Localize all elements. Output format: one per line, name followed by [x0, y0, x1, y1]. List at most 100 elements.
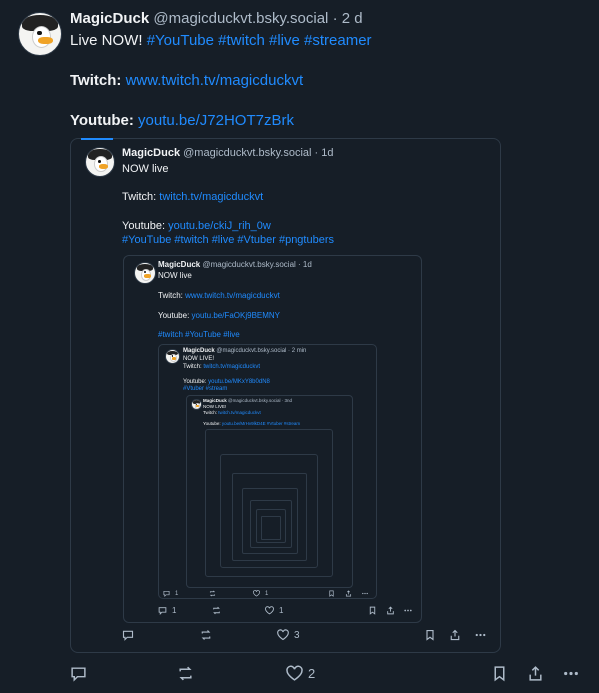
youtube-link[interactable]: youtu.be/FaOKj9BEMNY	[192, 311, 280, 320]
bookmark-button[interactable]	[424, 629, 436, 641]
like-button[interactable]: 2	[286, 665, 315, 682]
like-count: 1	[279, 606, 284, 615]
youtube-link[interactable]: youtu.be/MrHv9lkD4E #Vtuber #stream	[222, 421, 300, 426]
nested-quote-card[interactable]	[232, 473, 307, 561]
avatar[interactable]	[191, 399, 202, 410]
like-count: 1	[265, 590, 269, 597]
more-button[interactable]	[403, 606, 413, 615]
repost-button[interactable]	[200, 629, 212, 641]
reply-icon	[122, 630, 134, 641]
post-text-line1: Live NOW! #YouTube #twitch #live #stream…	[70, 32, 372, 49]
share-button[interactable]	[449, 629, 461, 641]
more-button[interactable]	[361, 590, 369, 597]
heart-icon	[253, 590, 260, 597]
twitch-label: Twitch:	[70, 72, 122, 89]
twitch-label: Twitch:	[203, 410, 218, 415]
author-name[interactable]: MagicDuck	[203, 398, 227, 403]
quote-hashtags[interactable]: #twitch #YouTube #live	[158, 330, 240, 339]
share-button[interactable]	[527, 665, 544, 682]
bookmark-button[interactable]	[491, 665, 508, 682]
youtube-link[interactable]: youtu.be/ckiJ_rih_0w	[168, 220, 271, 232]
author-handle[interactable]: @magicduckvt.bsky.social	[153, 10, 328, 27]
post-hashtags[interactable]: #YouTube #twitch #live #streamer	[147, 32, 372, 49]
youtube-line: Youtube: youtu.be/MKxY8b0dN8	[183, 379, 270, 385]
like-button[interactable]: 3	[277, 629, 300, 641]
author-handle[interactable]: @magicduckvt.bsky.social · 1d	[202, 260, 311, 269]
heart-icon	[265, 606, 274, 615]
repost-button[interactable]	[177, 665, 194, 682]
quote-text: NOW live	[158, 271, 192, 280]
youtube-line: Youtube: youtu.be/MrHv9lkD4E #Vtuber #st…	[203, 421, 300, 426]
bookmark-button[interactable]	[328, 590, 335, 597]
more-icon	[475, 633, 486, 637]
avatar[interactable]	[18, 12, 62, 56]
like-button[interactable]: 1	[253, 590, 268, 597]
nested-quote-card[interactable]	[242, 488, 298, 554]
avatar[interactable]	[134, 262, 156, 284]
repost-icon	[213, 606, 220, 615]
twitch-link[interactable]: twitch.tv/magicduckvt	[218, 410, 261, 415]
nested-quote-card[interactable]	[256, 509, 286, 543]
post-header: MagicDuck @magicduckvt.bsky.social · 2 d	[70, 10, 363, 27]
share-button[interactable]	[345, 590, 352, 597]
author-name[interactable]: MagicDuck	[122, 147, 180, 159]
quote-card[interactable]: MagicDuck @magicduckvt.bsky.social · 1d …	[123, 255, 422, 623]
quote-card[interactable]: MagicDuck @magicduckvt.bsky.social · 1d …	[70, 138, 501, 653]
nested-quote-card[interactable]	[205, 429, 333, 577]
post-time[interactable]: · 2 d	[333, 10, 363, 27]
share-button[interactable]	[386, 606, 395, 615]
quote-card[interactable]: MagicDuck @magicduckvt.bsky.social · 2 m…	[158, 344, 377, 599]
nested-quote-card[interactable]	[250, 500, 292, 548]
more-icon	[564, 671, 578, 676]
more-icon	[362, 592, 368, 595]
author-name[interactable]: MagicDuck	[158, 260, 200, 269]
share-icon	[529, 666, 542, 681]
author-name[interactable]: MagicDuck	[70, 10, 149, 27]
quote-hashtags[interactable]: #Vtuber #stream	[183, 386, 227, 392]
repost-button[interactable]	[209, 590, 216, 597]
like-count: 2	[308, 666, 316, 681]
twitch-line: Twitch: twitch.tv/magicduckvt	[122, 191, 263, 203]
author-name[interactable]: MagicDuck	[183, 348, 215, 354]
bookmark-icon	[369, 606, 376, 615]
youtube-link[interactable]: youtu.be/MKxY8b0dN8	[208, 379, 270, 385]
bookmark-icon	[426, 629, 434, 641]
bookmark-button[interactable]	[368, 606, 377, 615]
reply-button[interactable]: 1	[158, 606, 176, 615]
twitch-link[interactable]: twitch.tv/magicduckvt	[159, 191, 263, 203]
twitch-label: Twitch:	[158, 291, 183, 300]
twitch-label: Twitch:	[183, 364, 202, 370]
reply-button[interactable]	[70, 665, 87, 682]
reply-button[interactable]: 1	[163, 590, 178, 597]
more-button[interactable]	[562, 665, 580, 682]
youtube-link[interactable]: youtu.be/J72HOT7zBrk	[138, 112, 294, 129]
author-handle[interactable]: @magicduckvt.bsky.social · 3nd	[228, 398, 292, 403]
more-button[interactable]	[474, 629, 487, 641]
youtube-line: Youtube: youtu.be/ckiJ_rih_0w	[122, 220, 271, 232]
nested-quote-card[interactable]	[220, 454, 318, 568]
twitch-link[interactable]: www.twitch.tv/magicduckvt	[126, 72, 304, 89]
twitch-link[interactable]: twitch.tv/magicduckvt	[203, 364, 260, 370]
author-handle[interactable]: @magicduckvt.bsky.social · 1d	[183, 147, 333, 159]
quote-hashtags[interactable]: #YouTube #twitch #live #Vtuber #pngtuber…	[122, 234, 334, 246]
avatar[interactable]	[165, 349, 180, 364]
twitch-line: Twitch: twitch.tv/magicduckvt	[203, 410, 261, 415]
repost-button[interactable]	[212, 606, 221, 615]
twitch-link[interactable]: www.twitch.tv/magicduckvt	[185, 291, 280, 300]
nested-quote-card[interactable]	[261, 516, 281, 540]
quote-card[interactable]: MagicDuck @magicduckvt.bsky.social · 3nd…	[186, 395, 353, 588]
youtube-line: Youtube: youtu.be/J72HOT7zBrk	[70, 112, 294, 129]
twitch-line: Twitch: www.twitch.tv/magicduckvt	[158, 291, 280, 300]
post-text: Live NOW!	[70, 32, 147, 49]
author-handle[interactable]: @magicduckvt.bsky.social · 2 min	[216, 348, 306, 354]
youtube-label: Youtube:	[158, 311, 190, 320]
reply-button[interactable]	[122, 629, 134, 641]
post: MagicDuck @magicduckvt.bsky.social · 2 d…	[0, 0, 599, 693]
repost-icon	[209, 590, 216, 597]
like-button[interactable]: 1	[265, 606, 283, 615]
avatar[interactable]	[85, 147, 115, 177]
more-icon	[404, 609, 412, 612]
reply-icon	[163, 590, 170, 597]
twitch-label: Twitch:	[122, 191, 157, 203]
reply-icon	[158, 607, 167, 615]
